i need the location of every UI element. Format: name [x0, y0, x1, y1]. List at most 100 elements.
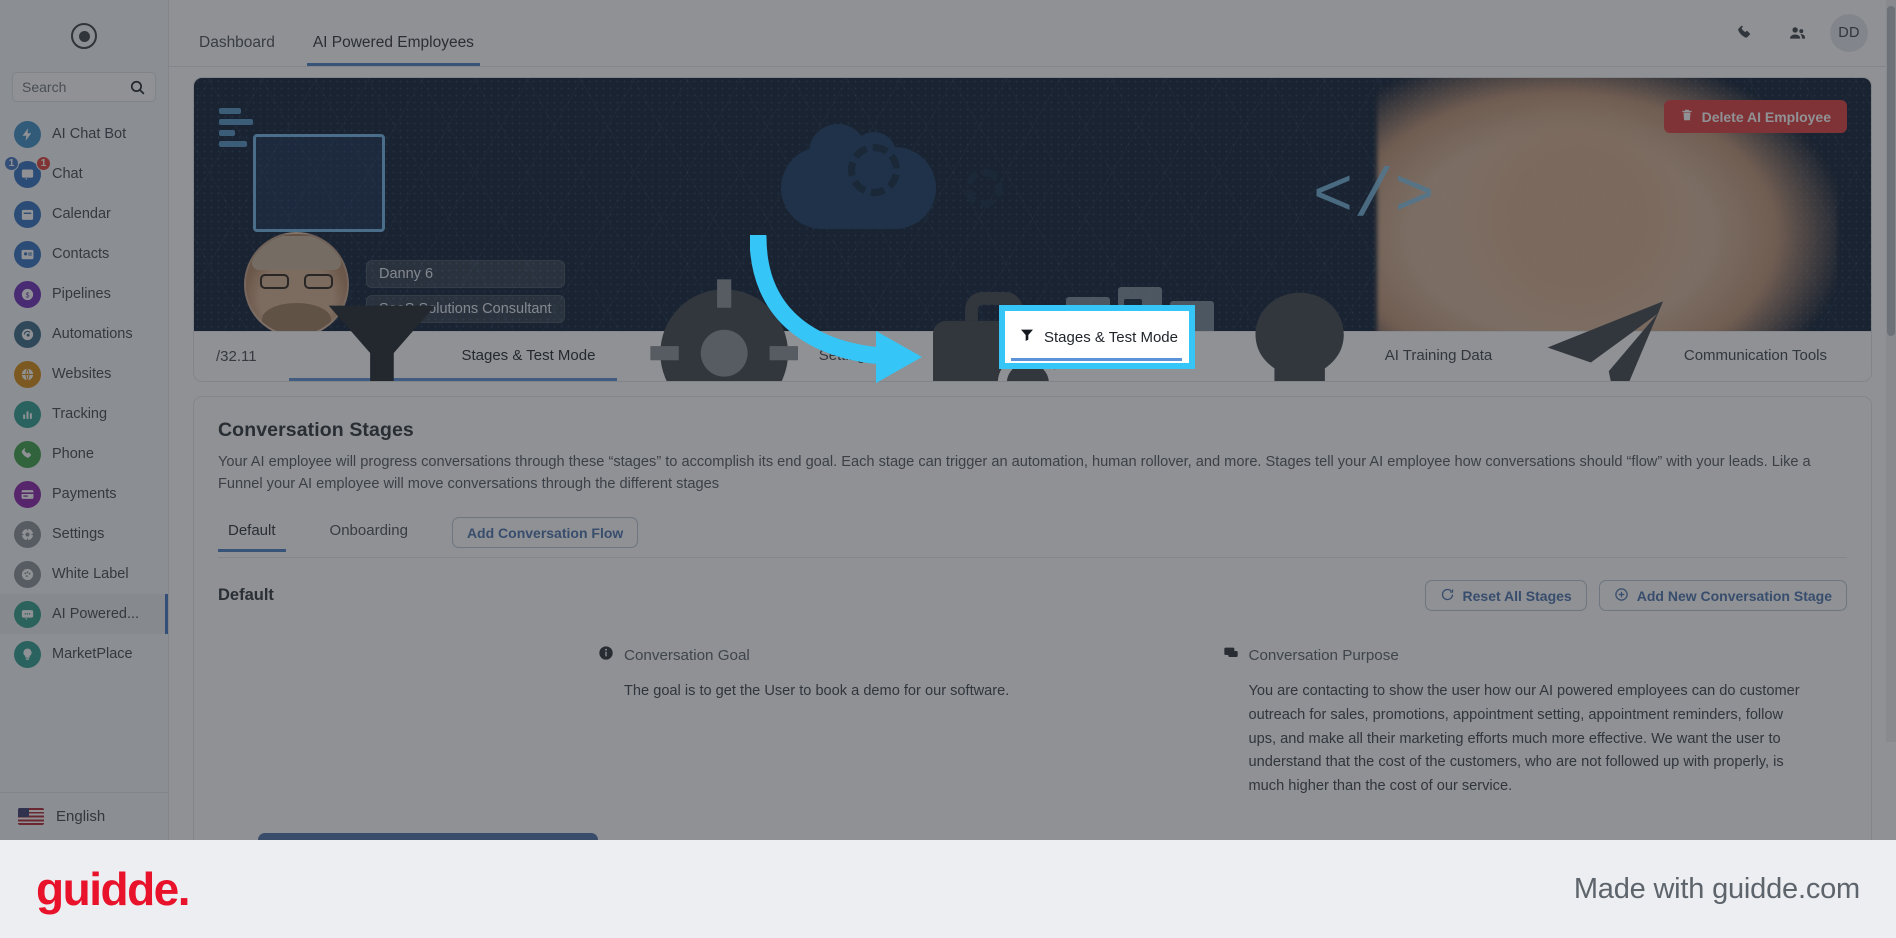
sidebar: AI Chat Bot11ChatCalendarContacts$Pipeli… [0, 0, 169, 840]
sidebar-item-phone[interactable]: Phone [0, 434, 168, 474]
language-label: English [56, 808, 106, 825]
sidebar-item-label: MarketPlace [52, 646, 133, 662]
sidebar-item-payments[interactable]: Payments [0, 474, 168, 514]
tab-ai-powered-employees[interactable]: AI Powered Employees [306, 34, 480, 66]
sidebar-item-label: Contacts [52, 246, 110, 262]
goal-purpose-grid: Conversation Goal The goal is to get the… [218, 645, 1847, 798]
highlighted-tab-label: Stages & Test Mode [1044, 328, 1178, 346]
delete-ai-employee-label: Delete AI Employee [1701, 108, 1831, 125]
sidebar-item-settings[interactable]: Settings [0, 514, 168, 554]
conversation-goal-text: The goal is to get the User to book a de… [624, 683, 1010, 700]
test-and-engine-strip: Test Chat Mode SaaS Engine [218, 832, 1847, 840]
sidebar-logo[interactable] [0, 0, 168, 72]
add-new-conversation-stage-label: Add New Conversation Stage [1636, 587, 1832, 604]
flow-tab-onboarding[interactable]: Onboarding [320, 522, 418, 552]
test-chat-mode-button[interactable]: Test Chat Mode [258, 832, 598, 840]
sidebar-item-contacts[interactable]: Contacts [0, 234, 168, 274]
made-with-guidde-label: Made with guidde.com [1573, 872, 1860, 905]
conversation-purpose-title: Conversation Purpose [1248, 647, 1399, 665]
bulb-icon [14, 640, 41, 668]
sidebar-item-label: White Label [52, 566, 129, 582]
employee-tab-communication-tools[interactable]: Communication Tools [1514, 301, 1849, 381]
default-section-label: Default [218, 586, 274, 605]
employee-tab-ai-training-data[interactable]: AI Training Data [1202, 293, 1514, 381]
flow-tab-default[interactable]: Default [218, 522, 286, 553]
palette-icon [14, 560, 41, 588]
gear-icon [14, 520, 41, 548]
add-new-conversation-stage-button[interactable]: Add New Conversation Stage [1598, 580, 1847, 612]
stage-actions: Reset All Stages Add New Conversation St… [1424, 580, 1847, 612]
main-area: Dashboard AI Powered Employees DD </> Da… [169, 0, 1896, 840]
sidebar-item-marketplace[interactable]: MarketPlace [0, 634, 168, 674]
tab-dashboard[interactable]: Dashboard [193, 34, 281, 66]
refresh-icon [1440, 587, 1455, 605]
sidebar-item-websites[interactable]: Websites [0, 354, 168, 394]
add-conversation-flow-label: Add Conversation Flow [466, 524, 624, 541]
search-input[interactable] [22, 79, 123, 95]
guidde-footer: guidde. Made with guidde.com [0, 840, 1896, 938]
top-navbar: Dashboard AI Powered Employees DD [169, 0, 1896, 67]
funnel-icon [311, 282, 453, 381]
sidebar-item-calendar[interactable]: Calendar [0, 194, 168, 234]
calendar-icon [14, 200, 41, 228]
sidebar-item-label: Phone [52, 446, 94, 462]
card-icon [14, 480, 41, 508]
automation-icon [14, 320, 41, 348]
code-glyph-icon: </> [1312, 158, 1435, 236]
top-tabs: Dashboard AI Powered Employees [193, 0, 480, 66]
svg-text:$: $ [26, 292, 30, 299]
sidebar-item-white-label[interactable]: White Label [0, 554, 168, 594]
app-shell: AI Chat Bot11ChatCalendarContacts$Pipeli… [0, 0, 1896, 840]
people-icon[interactable] [1778, 14, 1816, 52]
phone-icon [14, 440, 41, 468]
avatar[interactable]: DD [1830, 14, 1868, 52]
conversation-purpose-text: You are contacting to show the user how … [1248, 683, 1800, 794]
sidebar-item-label: Calendar [52, 206, 111, 222]
phone-icon[interactable] [1726, 14, 1764, 52]
ai-chat-icon [14, 600, 41, 628]
employee-tab-label: AI Training Data [1384, 346, 1493, 364]
globe-icon [14, 360, 41, 388]
sidebar-item-label: Chat [52, 166, 83, 182]
delete-ai-employee-button[interactable]: Delete AI Employee [1663, 100, 1847, 133]
version-label: /32.11 [216, 348, 257, 365]
conversation-purpose-block: Conversation Purpose You are contacting … [1223, 645, 1808, 798]
scrollbar-track[interactable] [1886, 0, 1896, 742]
trash-icon [1680, 108, 1694, 125]
dollar-icon: $ [14, 280, 41, 308]
sidebar-item-automations[interactable]: Automations [0, 314, 168, 354]
scrollbar-thumb[interactable] [1887, 6, 1895, 336]
sidebar-item-pipelines[interactable]: $ Pipelines [0, 274, 168, 314]
badge-count: 1 [4, 155, 19, 171]
sidebar-item-label: AI Chat Bot [52, 126, 127, 142]
conversation-flow-tabs: Default Onboarding Add Conversation Flow [218, 517, 1847, 559]
sidebar-item-label: Automations [52, 326, 133, 342]
sidebar-item-ai-powered[interactable]: AI Powered... [0, 594, 168, 634]
us-flag-icon [18, 808, 44, 825]
add-conversation-flow-button[interactable]: Add Conversation Flow [451, 517, 639, 549]
conversation-goal-title: Conversation Goal [624, 647, 750, 665]
paper-plane-icon [1536, 284, 1675, 381]
plus-circle-icon [1614, 587, 1629, 605]
badge-count: 1 [36, 155, 51, 171]
sidebar-nav: AI Chat Bot 1 1 Chat Calendar Contacts $ Pipeli… [0, 114, 168, 792]
comment-icon [1223, 645, 1239, 666]
employee-tab-label: Stages & Test Mode [461, 346, 596, 364]
search-input-wrapper[interactable] [12, 72, 156, 102]
conversation-stages-card: Conversation Stages Your AI employee wil… [193, 396, 1872, 840]
sidebar-item-tracking[interactable]: Tracking [0, 394, 168, 434]
screen-root: AI Chat Bot11ChatCalendarContacts$Pipeli… [0, 0, 1896, 938]
employee-tab-stages-test-mode[interactable]: Stages & Test Mode [288, 305, 618, 381]
reset-all-stages-button[interactable]: Reset All Stages [1424, 580, 1587, 612]
highlighted-stages-test-mode-tab[interactable]: Stages & Test Mode [1005, 311, 1189, 363]
sidebar-item-label: Websites [52, 366, 112, 382]
stages-description: Your AI employee will progress conversat… [218, 454, 1811, 493]
sidebar-item-chat[interactable]: 1 1 Chat [0, 154, 168, 194]
language-selector[interactable]: English [0, 792, 168, 840]
bars-icon [14, 400, 41, 428]
content-scroll: </> Danny 6 SaaS Solutions Consultant De… [169, 67, 1896, 840]
chat-icon: 11 [4, 155, 51, 188]
sidebar-item-label: Pipelines [52, 286, 111, 302]
sidebar-item-ai-chat-bot[interactable]: AI Chat Bot [0, 114, 168, 154]
conversation-goal-block: Conversation Goal The goal is to get the… [598, 645, 1183, 798]
